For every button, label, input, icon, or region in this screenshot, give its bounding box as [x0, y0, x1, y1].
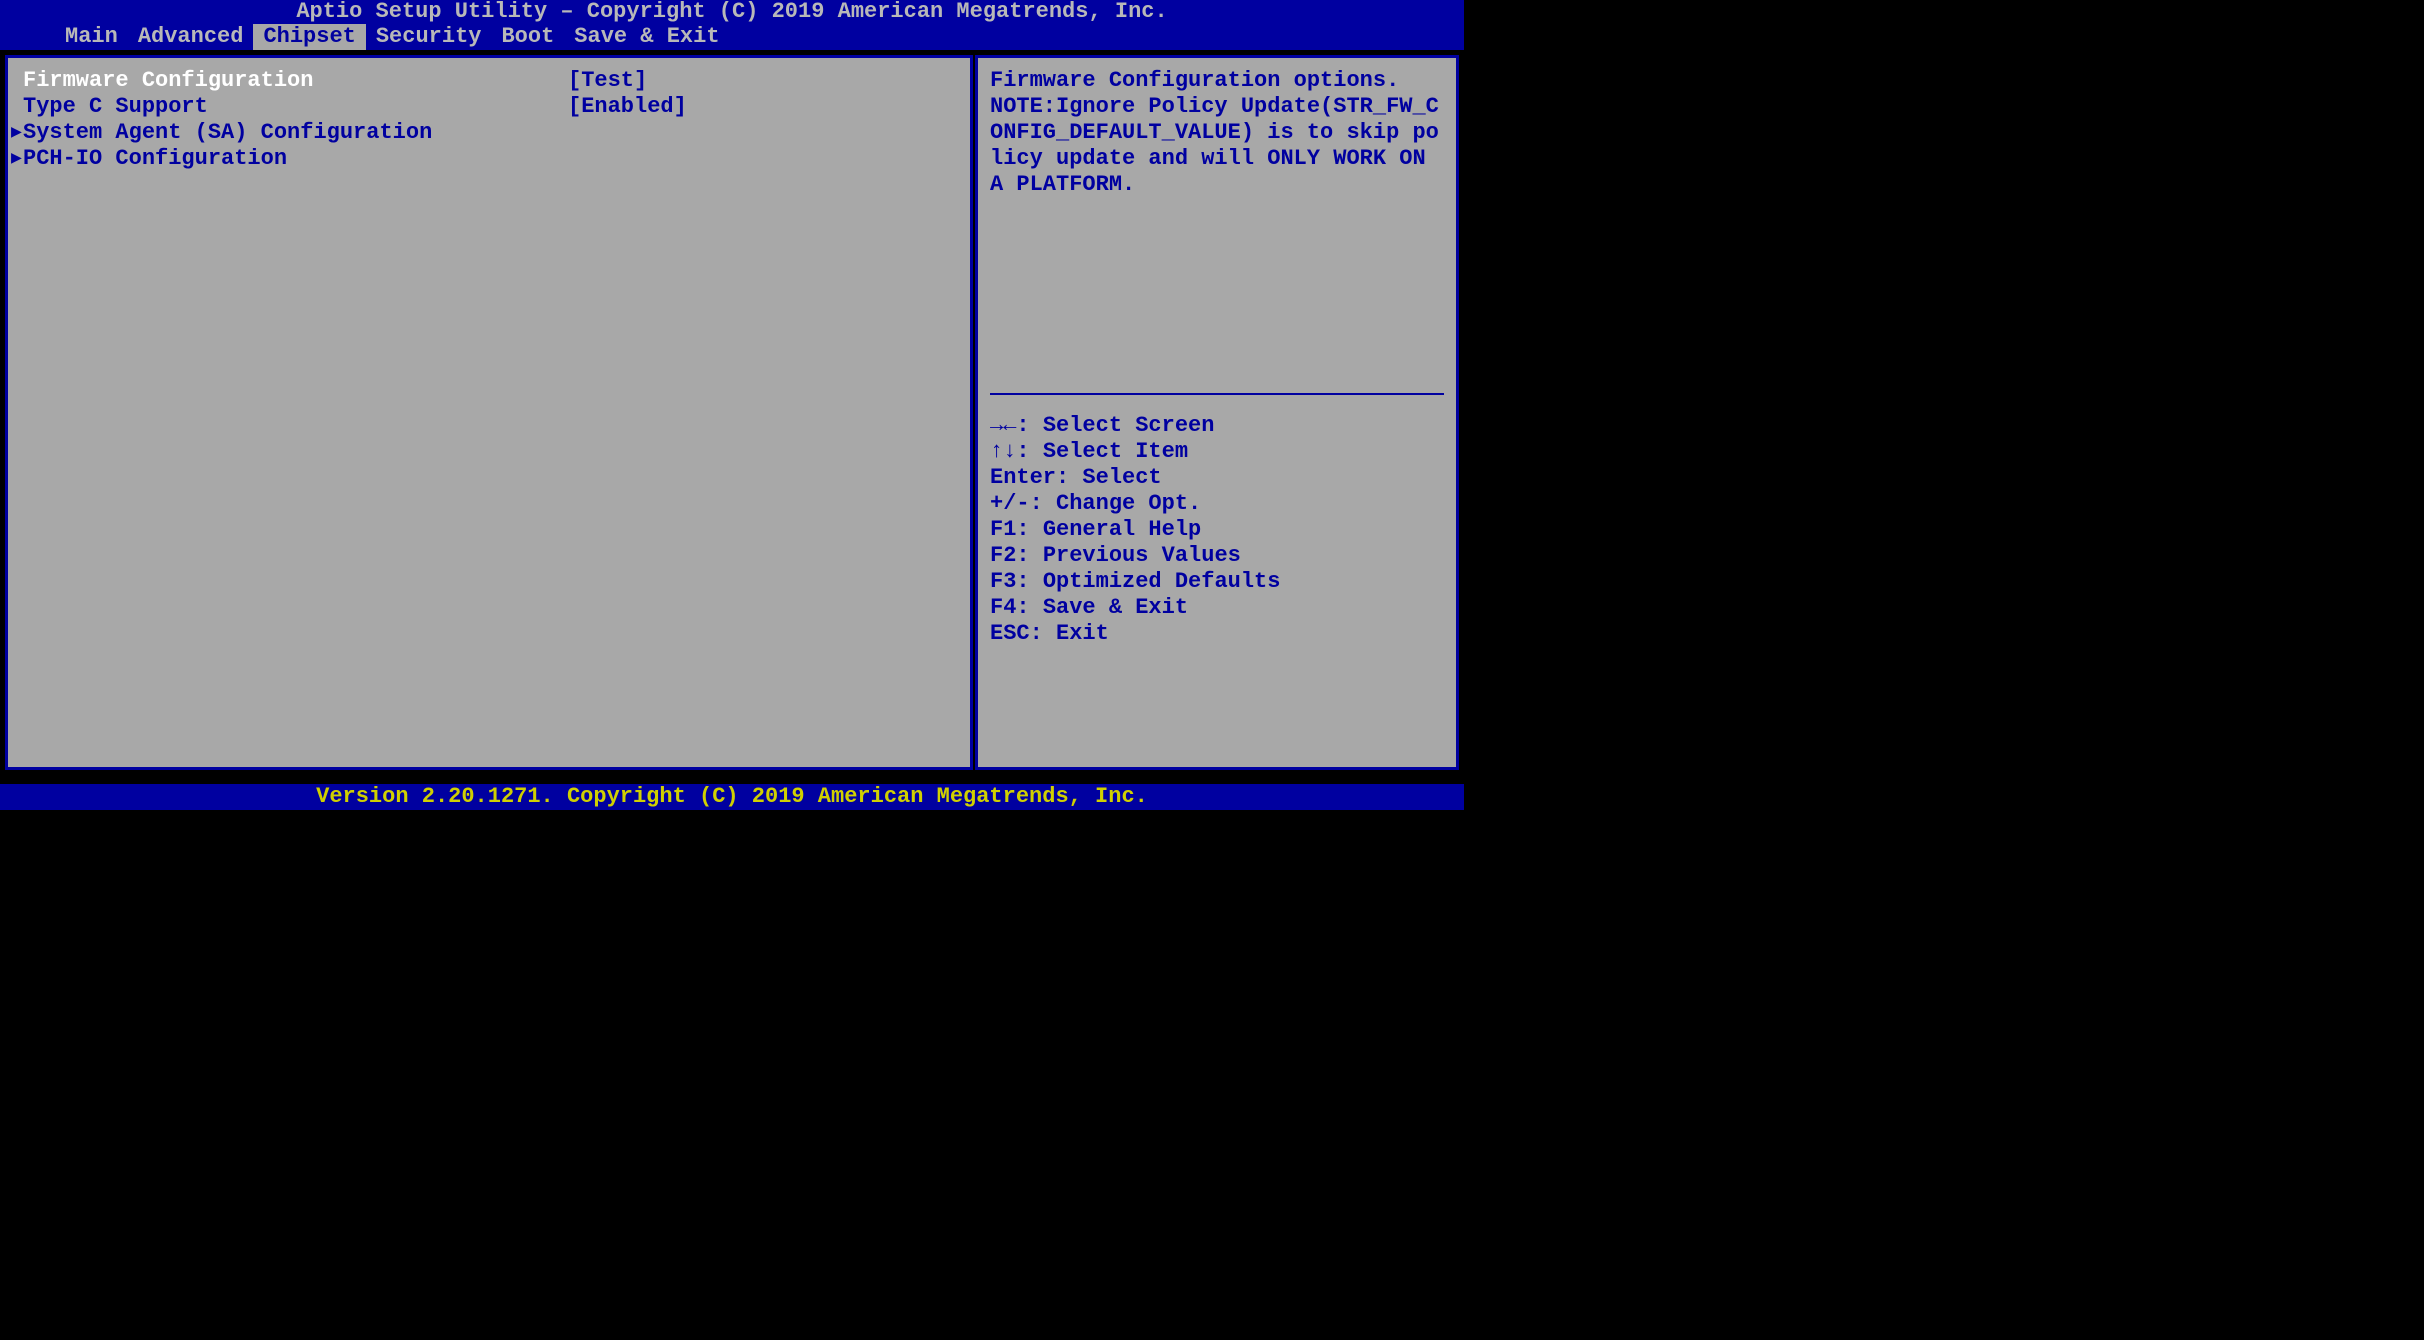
footer-version: Version 2.20.1271. Copyright (C) 2019 Am… [0, 784, 1464, 810]
tab-boot[interactable]: Boot [491, 24, 564, 50]
main-area: Firmware Configuration [Test] Type C Sup… [0, 50, 1464, 775]
option-label: Firmware Configuration [23, 68, 568, 94]
key-f3: F3: Optimized Defaults [990, 569, 1444, 595]
tab-security[interactable]: Security [366, 24, 492, 50]
option-value: [Enabled] [568, 94, 955, 120]
settings-pane: Firmware Configuration [Test] Type C Sup… [5, 55, 973, 770]
option-type-c-support[interactable]: Type C Support [Enabled] [23, 94, 955, 120]
tab-bar: Main Advanced Chipset Security Boot Save… [0, 24, 1464, 50]
key-change-opt: +/-: Change Opt. [990, 491, 1444, 517]
submenu-pch-io[interactable]: ▶ PCH-IO Configuration [23, 146, 955, 172]
tab-advanced[interactable]: Advanced [128, 24, 254, 50]
option-firmware-configuration[interactable]: Firmware Configuration [Test] [23, 68, 955, 94]
key-f2: F2: Previous Values [990, 543, 1444, 569]
tab-main[interactable]: Main [55, 24, 128, 50]
key-enter: Enter: Select [990, 465, 1444, 491]
help-pane: Firmware Configuration options. NOTE:Ign… [975, 55, 1459, 770]
tab-chipset[interactable]: Chipset [253, 24, 365, 50]
key-select-screen: →←: Select Screen [990, 413, 1444, 439]
submenu-system-agent[interactable]: ▶ System Agent (SA) Configuration [23, 120, 955, 146]
help-text: Firmware Configuration options. NOTE:Ign… [990, 68, 1444, 198]
header-title: Aptio Setup Utility – Copyright (C) 2019… [0, 0, 1464, 24]
key-esc: ESC: Exit [990, 621, 1444, 647]
tab-save-exit[interactable]: Save & Exit [564, 24, 729, 50]
option-label: Type C Support [23, 94, 568, 120]
option-value: [Test] [568, 68, 955, 94]
key-f1: F1: General Help [990, 517, 1444, 543]
submenu-arrow-icon: ▶ [11, 146, 22, 172]
key-help: →←: Select Screen ↑↓: Select Item Enter:… [990, 413, 1444, 647]
key-select-item: ↑↓: Select Item [990, 439, 1444, 465]
submenu-label: PCH-IO Configuration [23, 146, 287, 171]
divider [990, 393, 1444, 395]
submenu-arrow-icon: ▶ [11, 120, 22, 146]
key-f4: F4: Save & Exit [990, 595, 1444, 621]
submenu-label: System Agent (SA) Configuration [23, 120, 432, 145]
